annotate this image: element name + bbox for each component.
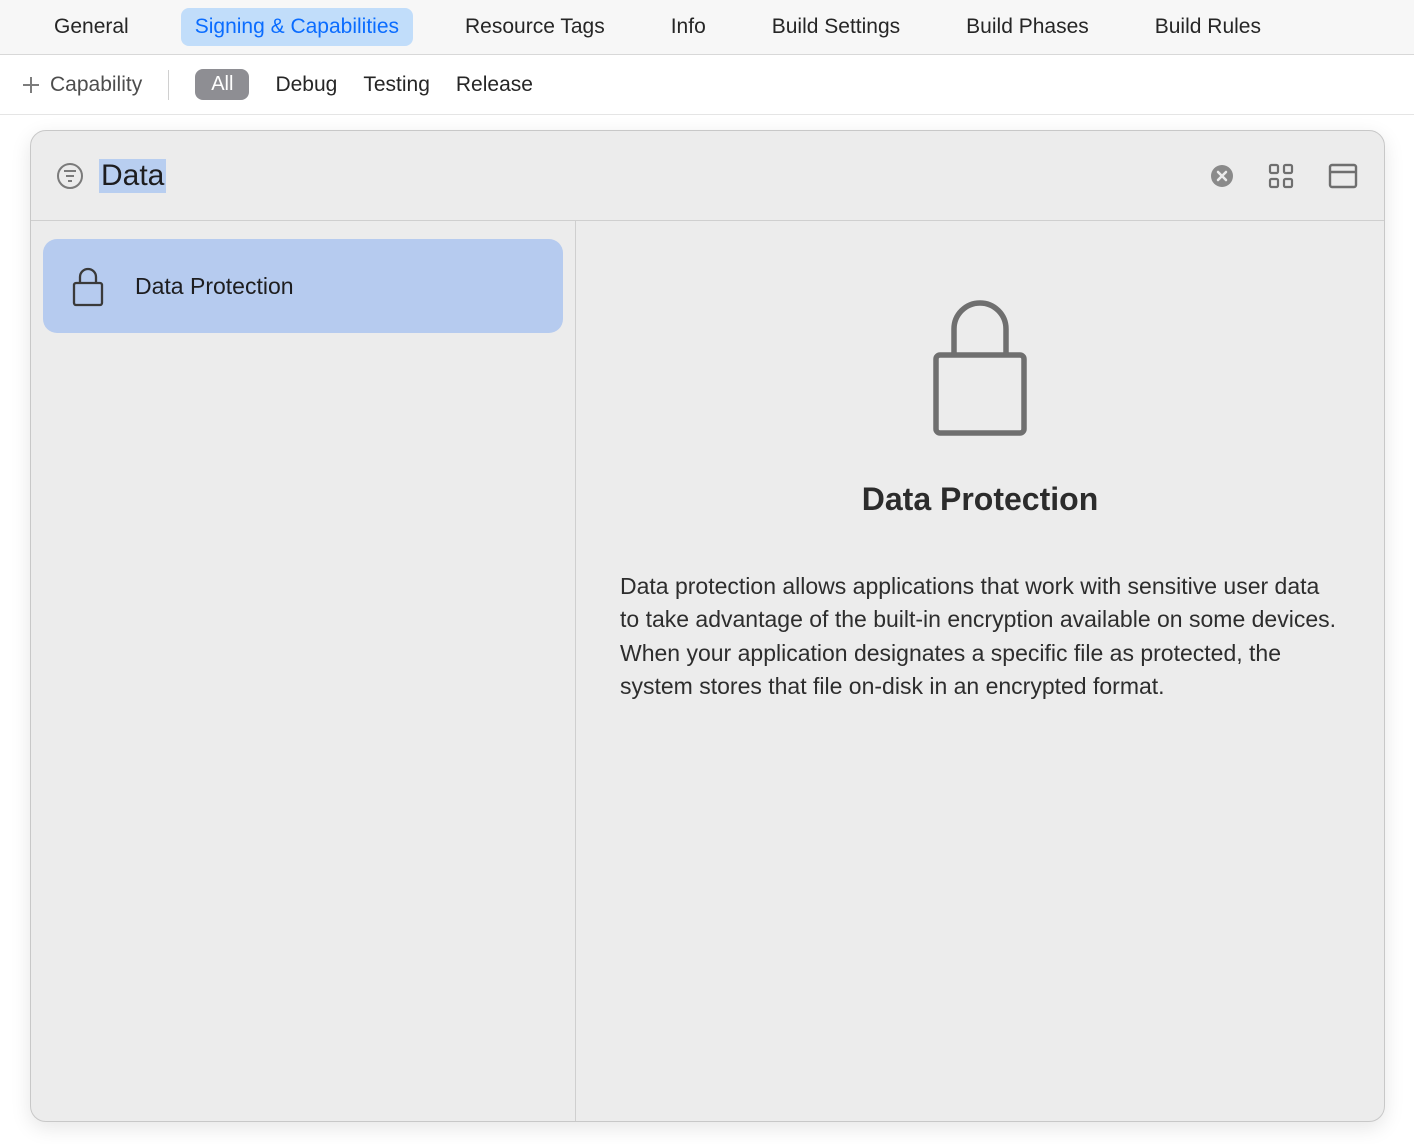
- editor-tab-bar: General Signing & Capabilities Resource …: [0, 0, 1414, 55]
- config-debug[interactable]: Debug: [275, 73, 337, 97]
- tab-resource[interactable]: Resource Tags: [451, 8, 619, 46]
- config-release[interactable]: Release: [456, 73, 533, 97]
- lock-large-icon: [930, 291, 1030, 441]
- tab-signing[interactable]: Signing & Capabilities: [181, 8, 413, 46]
- capability-picker-header: Data: [31, 131, 1384, 221]
- tab-general[interactable]: General: [40, 8, 143, 46]
- add-capability-label: Capability: [50, 73, 142, 97]
- tab-buildrules[interactable]: Build Rules: [1141, 8, 1275, 46]
- tab-buildsettings[interactable]: Build Settings: [758, 8, 914, 46]
- capability-description: Data protection allows applications that…: [620, 570, 1340, 703]
- add-capability-button[interactable]: Capability: [22, 73, 142, 97]
- capability-picker: Data Data: [30, 130, 1385, 1122]
- capability-title: Data Protection: [862, 481, 1098, 518]
- plus-icon: [22, 76, 40, 94]
- tab-info[interactable]: Info: [657, 8, 720, 46]
- separator: [168, 70, 169, 100]
- list-view-icon[interactable]: [1328, 163, 1358, 189]
- config-all-pill[interactable]: All: [195, 69, 249, 100]
- lock-icon: [71, 264, 105, 308]
- capability-item-label: Data Protection: [135, 273, 294, 300]
- capability-detail: Data Protection Data protection allows a…: [576, 221, 1384, 1121]
- tab-buildphases[interactable]: Build Phases: [952, 8, 1103, 46]
- grid-view-icon[interactable]: [1268, 163, 1294, 189]
- capability-item-data-protection[interactable]: Data Protection: [43, 239, 563, 333]
- filter-icon[interactable]: [57, 163, 83, 189]
- clear-search-button[interactable]: [1210, 164, 1234, 188]
- capability-list: Data Protection: [31, 221, 576, 1121]
- config-testing[interactable]: Testing: [363, 73, 430, 97]
- capability-toolbar: Capability All Debug Testing Release: [0, 55, 1414, 115]
- capability-search-input[interactable]: Data: [99, 159, 166, 193]
